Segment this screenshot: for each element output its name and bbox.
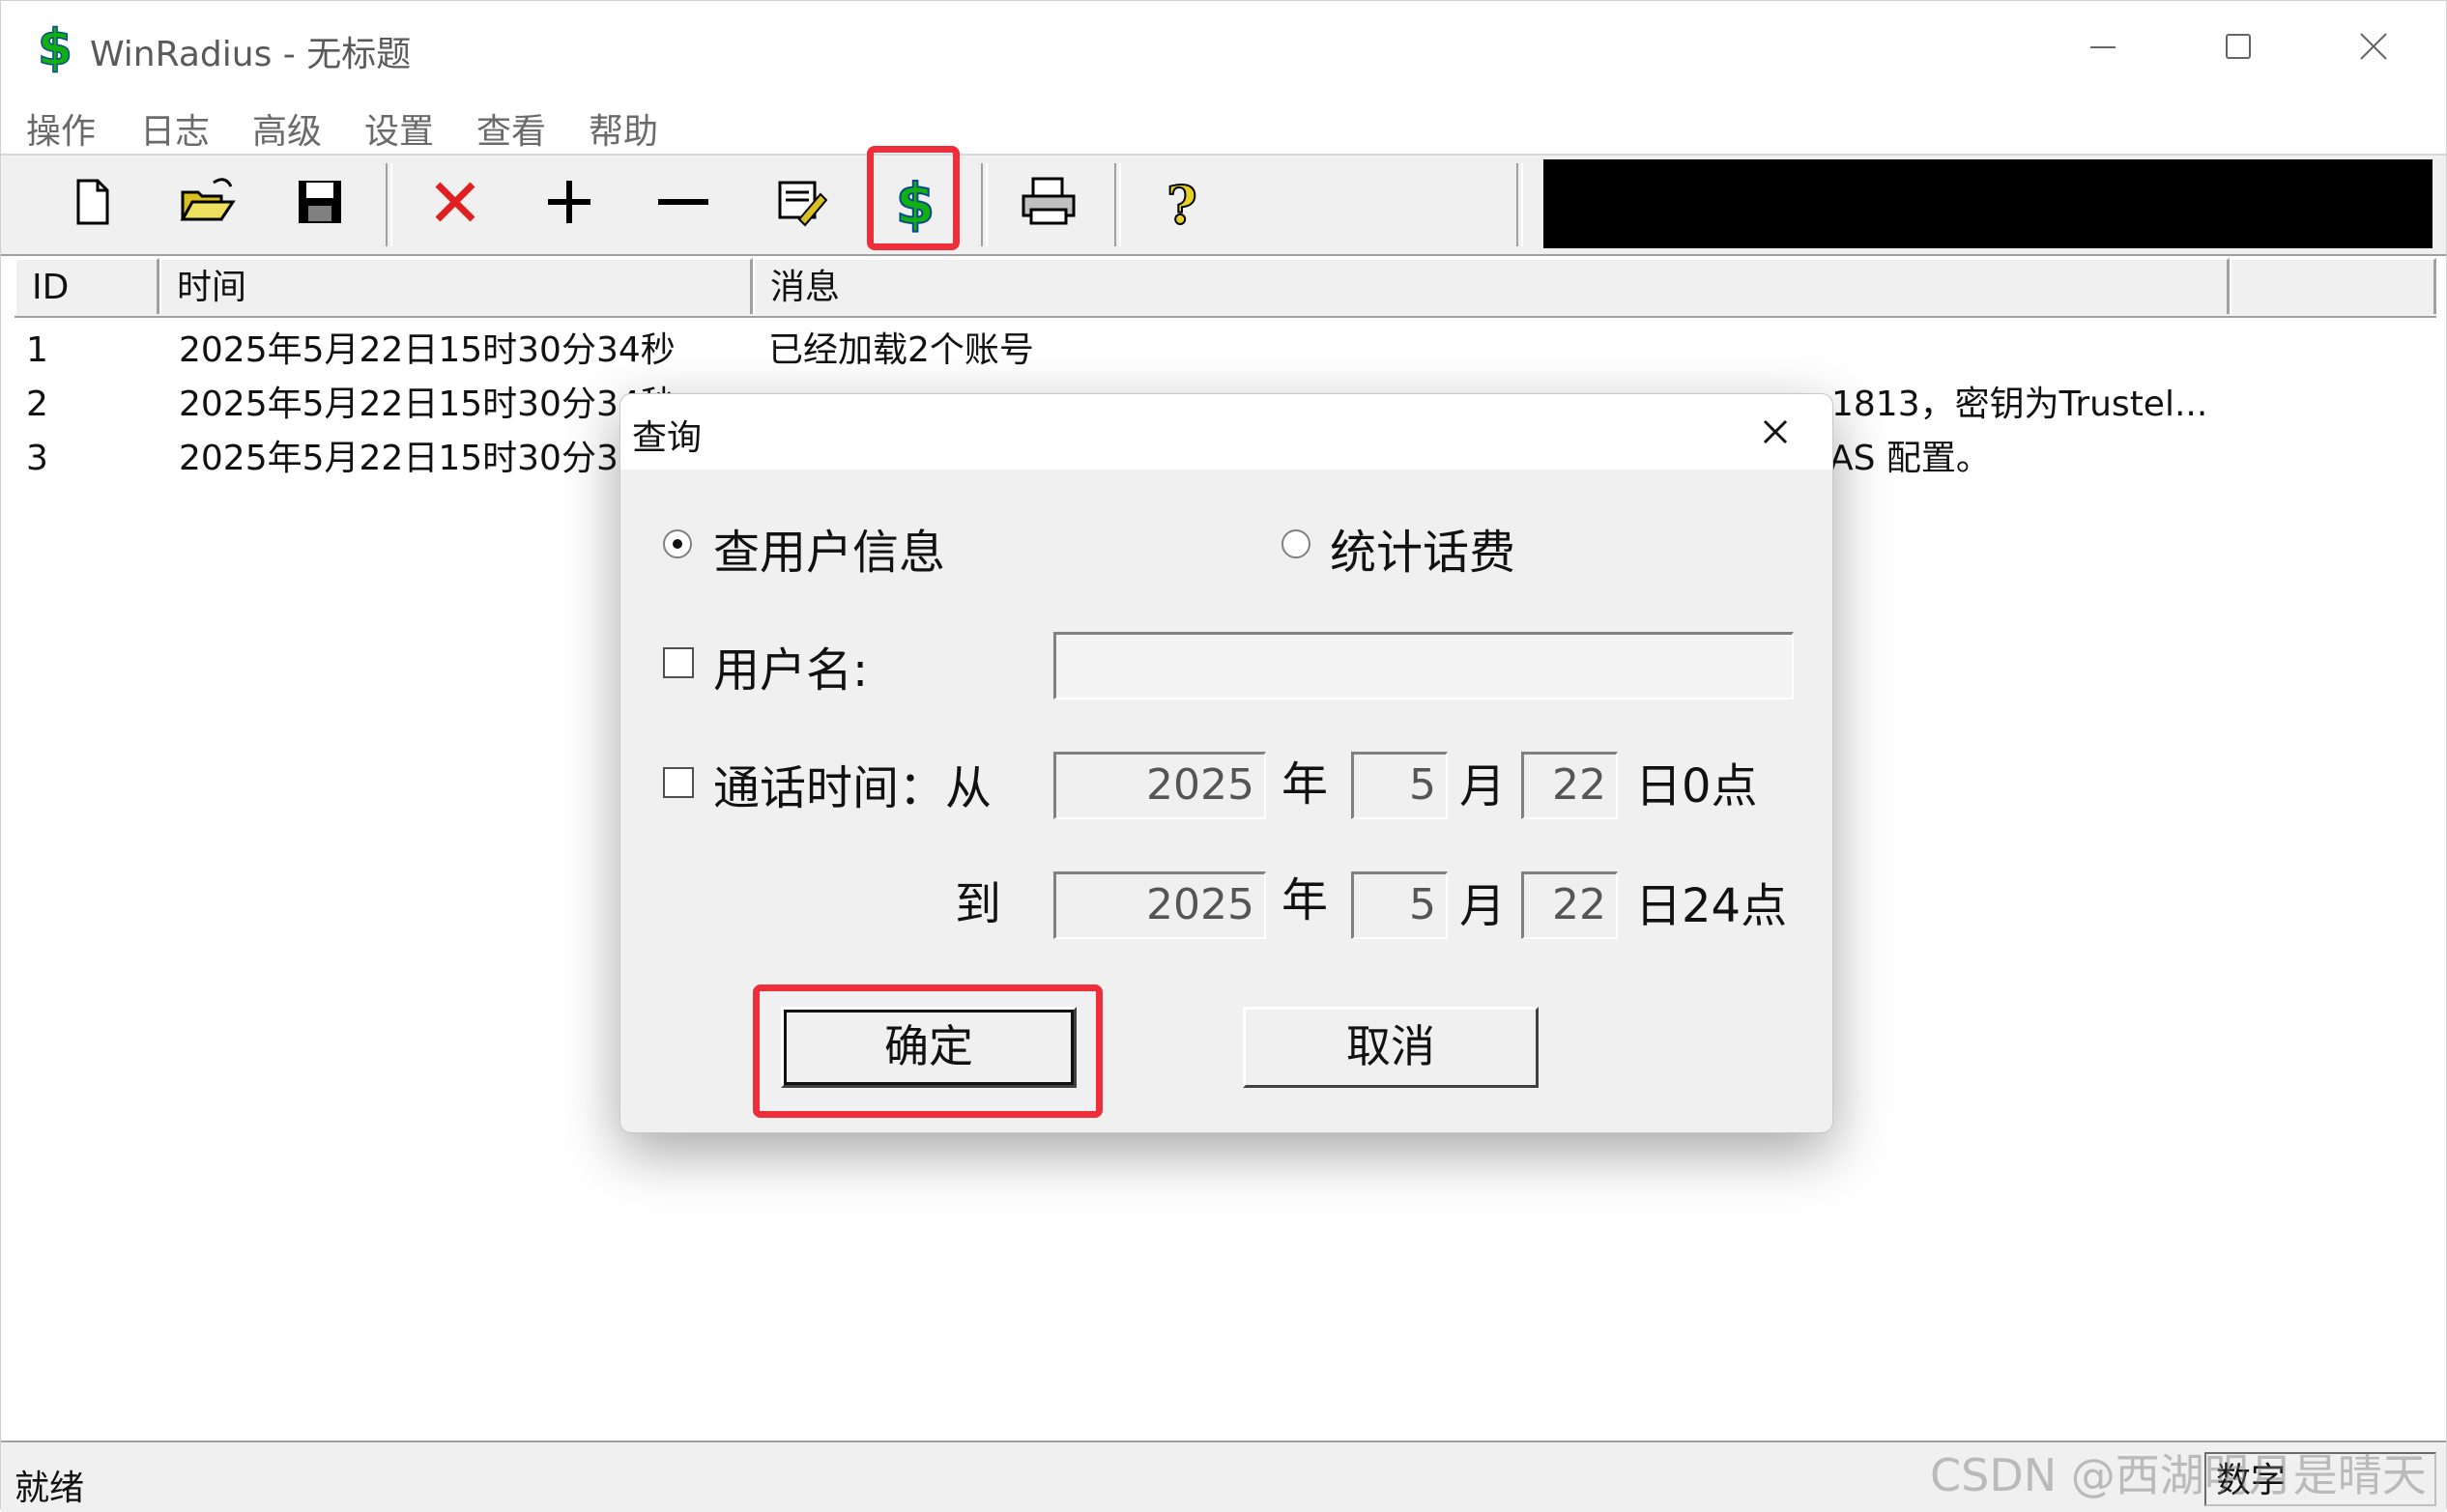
cell-message: 已经加载2个账号 <box>768 330 1034 370</box>
username-input[interactable] <box>1053 632 1794 699</box>
menu-settings[interactable]: 设置 <box>364 103 434 154</box>
to-label: 到 <box>955 877 1002 931</box>
help-icon[interactable]: ? <box>1149 169 1215 237</box>
toolbar-separator <box>386 163 392 246</box>
delete-icon[interactable] <box>422 169 488 235</box>
to-hour-label: 日24点 <box>1635 879 1788 933</box>
main-window: $ WinRadius - 无标题 操作 日志 高级 设置 查看 帮助 $ ? … <box>0 0 2447 1512</box>
menu-log[interactable]: 日志 <box>140 103 210 154</box>
new-icon[interactable] <box>59 169 125 235</box>
column-header-message[interactable]: 消息 <box>753 258 2230 314</box>
call-time-checkbox[interactable] <box>663 767 694 798</box>
dollar-app-icon: $ <box>37 18 73 76</box>
window-title: WinRadius - 无标题 <box>90 35 412 74</box>
cell-message: AS 配置。 <box>1829 439 1991 478</box>
cell-time: 2025年5月22日15时30分34秒 <box>179 330 676 370</box>
to-year-unit: 年 <box>1281 873 1329 927</box>
call-time-label: 通话时间：从 <box>713 761 993 815</box>
to-month-unit: 月 <box>1459 879 1507 933</box>
highlight-ok-button <box>753 984 1103 1118</box>
highlight-billing-button <box>867 146 960 250</box>
from-month-field[interactable]: 5 <box>1351 752 1448 819</box>
from-hour-label: 日0点 <box>1635 759 1758 813</box>
toolbar-separator <box>1516 163 1523 246</box>
minimize-icon[interactable] <box>2069 18 2137 76</box>
to-day-field[interactable]: 22 <box>1521 871 1618 939</box>
edit-icon[interactable] <box>770 169 836 235</box>
save-icon[interactable] <box>287 169 353 235</box>
username-checkbox[interactable] <box>663 647 694 678</box>
menu-advanced[interactable]: 高级 <box>252 103 322 154</box>
toolbar-separator <box>981 163 988 246</box>
to-year-field[interactable]: 2025 <box>1053 871 1266 939</box>
cell-id: 3 <box>26 439 48 478</box>
add-icon[interactable] <box>536 169 602 235</box>
dialog-title: 查询 <box>632 418 703 458</box>
cell-id: 2 <box>26 385 48 424</box>
close-icon[interactable] <box>2340 18 2407 76</box>
column-header-time[interactable]: 时间 <box>159 258 753 314</box>
cancel-button[interactable]: 取消 <box>1243 1007 1539 1088</box>
to-month-field[interactable]: 5 <box>1351 871 1448 939</box>
radio-user-info-label[interactable]: 查用户信息 <box>713 514 945 582</box>
from-day-field[interactable]: 22 <box>1521 752 1618 819</box>
from-month-unit: 月 <box>1459 759 1507 813</box>
toolbar-separator <box>1114 163 1121 246</box>
open-icon[interactable] <box>175 169 241 235</box>
from-year-unit: 年 <box>1281 757 1329 812</box>
menu-help[interactable]: 帮助 <box>589 103 658 154</box>
cell-message: 1813，密钥为Trustel... <box>1831 385 2208 424</box>
cell-time: 2025年5月22日15时30分34秒 <box>179 385 676 424</box>
radio-selected-dot <box>673 539 682 549</box>
radio-billing-stats[interactable] <box>1281 529 1310 558</box>
cell-time: 2025年5月22日15时30分34 <box>179 439 641 478</box>
from-year-field[interactable]: 2025 <box>1053 752 1266 819</box>
dialog-close-icon[interactable] <box>1751 408 1799 456</box>
column-header-empty <box>2230 258 2436 314</box>
print-icon[interactable] <box>1016 169 1081 235</box>
menu-view[interactable]: 查看 <box>476 103 546 154</box>
column-header-id[interactable]: ID <box>14 258 159 314</box>
remove-icon[interactable] <box>650 169 716 235</box>
maximize-icon[interactable] <box>2204 18 2272 76</box>
status-text: 就绪 <box>14 1469 85 1508</box>
username-label: 用户名: <box>713 643 869 698</box>
menu-operate[interactable]: 操作 <box>26 103 96 154</box>
radio-billing-stats-label[interactable]: 统计话费 <box>1330 514 1515 582</box>
cell-id: 1 <box>26 330 48 370</box>
dialog-title-bar: 查询 <box>620 394 1832 470</box>
watermark: CSDN @西湖明月是晴天 <box>1930 1449 2427 1501</box>
title-bar: $ WinRadius - 无标题 <box>1 1 2446 96</box>
svg-text:$: $ <box>38 19 72 76</box>
radio-user-info[interactable] <box>663 529 692 558</box>
svg-text:?: ? <box>1166 174 1197 235</box>
status-display-panel <box>1543 159 2433 248</box>
list-header: ID 时间 消息 <box>14 258 2436 318</box>
menu-bar: 操作 日志 高级 设置 查看 帮助 <box>1 96 2446 154</box>
